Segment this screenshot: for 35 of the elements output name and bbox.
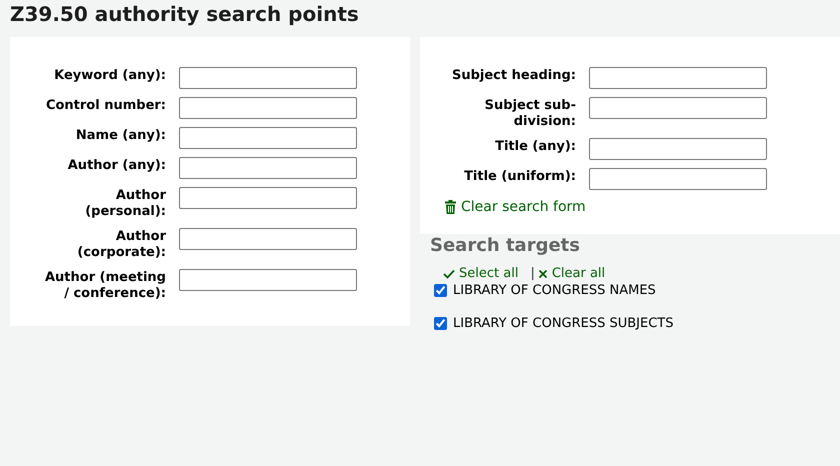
field-label: Author (corporate): [76,228,166,261]
page-title: Z39.50 authority search points [9,1,360,27]
section-heading: Search targets [429,234,581,258]
input-field[interactable] [589,67,767,89]
field-label: Control number: [44,97,166,114]
input-field[interactable] [589,168,767,190]
field-label: Title (any): [494,138,576,155]
input-field[interactable] [179,127,357,149]
field-label: Subject sub-division: [484,97,576,130]
input-field[interactable] [589,138,767,160]
clear-form-link[interactable]: Clear search form [445,199,586,215]
field-label: Keyword (any): [53,67,166,84]
field-label: Author (personal): [84,187,166,220]
input-field[interactable] [179,67,357,89]
select-all-link[interactable]: Select all [443,266,518,281]
checkbox[interactable] [434,284,447,297]
target-label: LIBRARY OF CONGRESS NAMES [453,283,656,298]
field-label: Title (uniform): [463,168,576,185]
separator: | [530,266,535,281]
input-field[interactable] [179,269,357,291]
target-label: LIBRARY OF CONGRESS SUBJECTS [453,316,674,331]
input-field[interactable] [179,228,357,250]
input-field[interactable] [179,187,357,209]
field-label: Name (any): [74,127,166,144]
trash-icon [445,200,456,214]
checkbox[interactable] [434,317,447,330]
input-field[interactable] [179,157,357,179]
check-icon [443,268,455,278]
field-label: Author (meeting / conference): [44,269,166,302]
close-icon [538,268,548,278]
input-field[interactable] [589,97,767,119]
input-field[interactable] [179,97,357,119]
field-label: Subject heading: [451,67,576,84]
clear-all-link[interactable]: Clear all [538,266,606,281]
field-label: Author (any): [66,157,166,174]
